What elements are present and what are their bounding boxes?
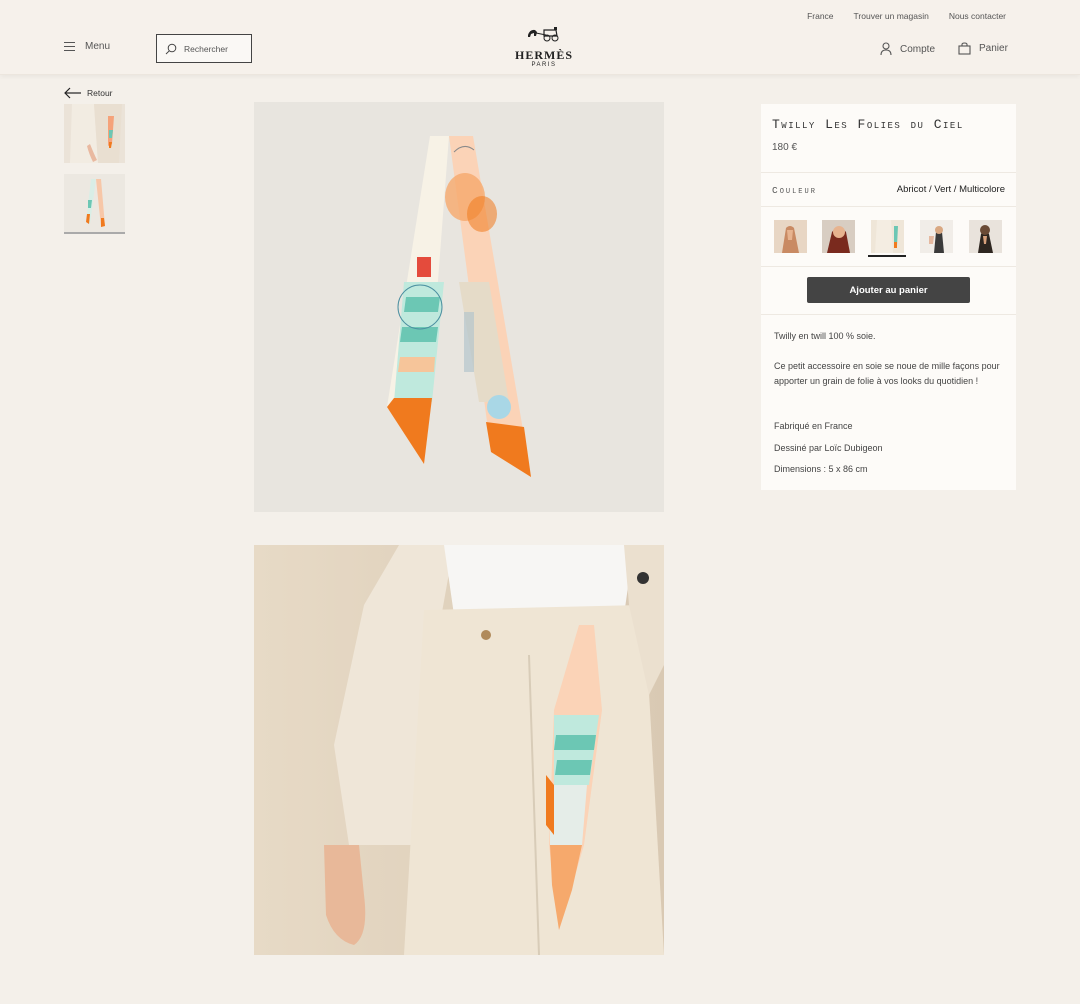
color-swatch-2[interactable] [822, 220, 855, 253]
divider [761, 172, 1016, 173]
account-label: Compte [900, 43, 936, 55]
thumbnail-active-indicator [64, 232, 125, 234]
contact-link[interactable]: Nous contacter [949, 11, 1006, 21]
divider [761, 314, 1016, 315]
logo-city: PARIS [531, 62, 557, 68]
dimensions-line: Dimensions : 5 x 86 cm [774, 464, 868, 474]
color-swatch-5[interactable] [969, 220, 1002, 253]
add-to-cart-button[interactable]: Ajouter au panier [807, 277, 970, 303]
product-price: 180 € [772, 142, 798, 153]
cart-label: Panier [979, 43, 1008, 54]
menu-label: Menu [85, 41, 111, 52]
divider [761, 206, 1016, 207]
product-title: Twilly Les Folies du Ciel [772, 117, 964, 132]
logo-wordmark: HERMÈS [514, 48, 573, 62]
store-locator-link[interactable]: Trouver un magasin [854, 11, 929, 21]
swatch-active-indicator [868, 255, 906, 257]
site-header: France Trouver un magasin Nous contacter… [0, 0, 1080, 75]
model-wearing-scarf [254, 545, 664, 955]
product-image-worn[interactable] [254, 545, 664, 955]
color-swatch-4[interactable] [920, 220, 953, 253]
swatch-image [822, 220, 855, 253]
product-panel: Twilly Les Folies du Ciel 180 € Couleur … [761, 104, 1016, 490]
cart-link[interactable]: Panier [958, 42, 1008, 55]
back-label: Retour [87, 88, 113, 98]
account-link[interactable]: Compte [880, 42, 935, 56]
swatch-image [969, 220, 1002, 253]
thumbnail-flat[interactable] [64, 174, 125, 233]
country-link[interactable]: France [807, 11, 833, 21]
thumbnail-worn[interactable] [64, 104, 125, 163]
utility-links: France Trouver un magasin Nous contacter [787, 11, 1006, 21]
user-icon [880, 42, 892, 56]
horse-carriage-icon [528, 27, 559, 42]
search-icon [165, 43, 177, 54]
made-in-line: Fabriqué en France [774, 421, 853, 431]
color-label: Couleur [772, 185, 817, 196]
product-image-flat[interactable] [254, 102, 664, 512]
hamburger-icon [64, 42, 75, 52]
arrow-left-icon [64, 87, 81, 99]
thumbnail-worn-image [64, 104, 125, 163]
back-link[interactable]: Retour [64, 87, 113, 99]
swatch-image [871, 220, 904, 253]
swatch-image [920, 220, 953, 253]
color-value: Abricot / Vert / Multicolore [896, 184, 1005, 195]
scarf-flat-illustration [254, 102, 664, 512]
hermes-logo[interactable]: HERMÈS PARIS [504, 26, 584, 68]
description-paragraph: Ce petit accessoire en soie se noue de m… [774, 361, 1000, 386]
menu-button[interactable]: Menu [64, 41, 110, 52]
shopping-bag-icon [958, 42, 971, 55]
color-swatch-3[interactable] [871, 220, 904, 253]
divider [761, 266, 1016, 267]
thumbnail-flat-image [64, 174, 125, 233]
swatch-image [774, 220, 807, 253]
designer-line: Dessiné par Loïc Dubigeon [774, 443, 883, 453]
search-placeholder: Rechercher [184, 43, 228, 54]
color-swatch-1[interactable] [774, 220, 807, 253]
search-input[interactable]: Rechercher [156, 34, 252, 63]
description-line: Twilly en twill 100 % soie. [774, 331, 876, 341]
